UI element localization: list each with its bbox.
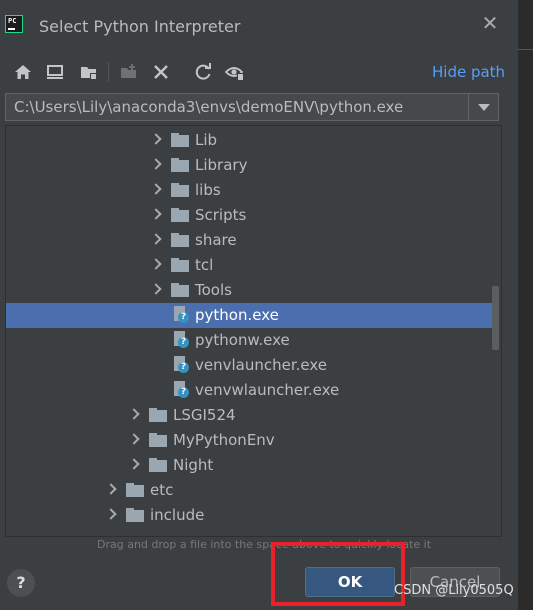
tree-file-row[interactable]: ? venvwlauncher.exe — [6, 378, 492, 403]
tree-folder-row[interactable]: Library — [6, 153, 492, 178]
tree-folder-row[interactable]: include — [6, 503, 492, 528]
folder-icon — [126, 508, 144, 522]
unknown-file-icon: ? — [173, 306, 189, 324]
tree-item-label: MyPythonEnv — [173, 431, 275, 449]
tree-item-label: share — [195, 231, 237, 249]
unknown-file-icon: ? — [173, 356, 189, 374]
unknown-file-icon: ? — [173, 381, 189, 399]
tree-item-label: Lib — [195, 131, 218, 149]
folder-icon — [149, 458, 167, 472]
folder-icon — [171, 283, 189, 297]
path-input[interactable] — [6, 94, 468, 120]
close-icon[interactable]: ✕ — [480, 13, 500, 33]
tree-item-label: Night — [173, 456, 214, 474]
tree-file-row[interactable]: ? python.exe — [6, 303, 492, 328]
home-icon[interactable] — [12, 61, 34, 83]
tree-folder-row[interactable]: Lib — [6, 128, 492, 153]
tree-item-label: LSGI524 — [173, 406, 236, 424]
chevron-right-icon[interactable] — [151, 234, 161, 244]
highlight-annotation-box — [271, 542, 405, 606]
chevron-right-icon[interactable] — [129, 459, 139, 469]
chevron-right-icon[interactable] — [106, 509, 116, 519]
tree-folder-row[interactable]: LSGI524 — [6, 403, 492, 428]
file-tree[interactable]: Lib Library libs Scripts share tcl Tools? pytho… — [5, 125, 502, 537]
chevron-right-icon[interactable] — [151, 284, 161, 294]
tree-scrollbar[interactable] — [492, 286, 499, 350]
tree-item-label: include — [150, 506, 205, 524]
tree-item-label: Tools — [195, 281, 232, 299]
folder-icon — [149, 433, 167, 447]
pycharm-logo-icon: PC — [5, 15, 23, 33]
tree-item-label: Library — [195, 156, 248, 174]
dialog-title: Select Python Interpreter — [39, 17, 241, 36]
folder-icon — [171, 133, 189, 147]
chevron-right-icon[interactable] — [129, 409, 139, 419]
tree-item-label: Scripts — [195, 206, 247, 224]
app-logo-text: PC — [8, 17, 17, 25]
refresh-icon[interactable] — [192, 61, 214, 83]
chevron-right-icon[interactable] — [151, 184, 161, 194]
folder-icon — [149, 408, 167, 422]
tree-folder-row[interactable]: tcl — [6, 253, 492, 278]
dialog-title-bar: PC Select Python Interpreter ✕ — [0, 0, 518, 52]
chevron-right-icon[interactable] — [106, 484, 116, 494]
desktop-icon[interactable] — [44, 61, 66, 83]
unknown-file-icon: ? — [173, 331, 189, 349]
tree-folder-row[interactable]: Night — [6, 453, 492, 478]
folder-icon — [171, 258, 189, 272]
tree-folder-row[interactable]: Scripts — [6, 203, 492, 228]
show-hidden-files-icon[interactable] — [224, 61, 246, 83]
chevron-down-icon[interactable] — [468, 94, 498, 120]
chevron-right-icon[interactable] — [129, 434, 139, 444]
tree-folder-row[interactable]: etc — [6, 478, 492, 503]
folder-icon — [171, 158, 189, 172]
watermark-text: CSDN @Lily0505Q — [394, 583, 514, 598]
tree-folder-row[interactable]: share — [6, 228, 492, 253]
folder-icon — [171, 233, 189, 247]
tree-item-label: etc — [150, 481, 174, 499]
app-logo-bar — [8, 28, 15, 30]
toolbar-separator — [108, 62, 109, 82]
tree-item-label: tcl — [195, 256, 214, 274]
tree-folder-row[interactable]: MyPythonEnv — [6, 428, 492, 453]
tree-folder-row[interactable]: libs — [6, 178, 492, 203]
tree-file-row[interactable]: ? pythonw.exe — [6, 328, 492, 353]
chevron-right-icon[interactable] — [151, 134, 161, 144]
project-folder-icon[interactable] — [78, 61, 100, 83]
path-combobox[interactable] — [5, 93, 499, 121]
help-button[interactable]: ? — [7, 569, 35, 597]
tree-item-label: python.exe — [195, 306, 279, 324]
chevron-right-icon[interactable] — [151, 259, 161, 269]
folder-icon — [171, 183, 189, 197]
tree-item-label: venvlauncher.exe — [195, 356, 328, 374]
delete-icon[interactable] — [150, 61, 172, 83]
tree-file-row[interactable]: ? venvlauncher.exe — [6, 353, 492, 378]
folder-icon — [171, 208, 189, 222]
tree-item-label: venvwlauncher.exe — [195, 381, 340, 399]
chevron-right-icon[interactable] — [151, 159, 161, 169]
background-window-strip — [518, 0, 533, 610]
hide-path-link[interactable]: Hide path — [432, 63, 505, 81]
chevron-right-icon[interactable] — [151, 209, 161, 219]
folder-icon — [126, 483, 144, 497]
new-folder-icon[interactable] — [118, 61, 140, 83]
tree-item-label: libs — [195, 181, 221, 199]
toolbar: Hide path — [0, 58, 518, 86]
tree-item-label: pythonw.exe — [195, 331, 290, 349]
tree-folder-row[interactable]: Tools — [6, 278, 492, 303]
